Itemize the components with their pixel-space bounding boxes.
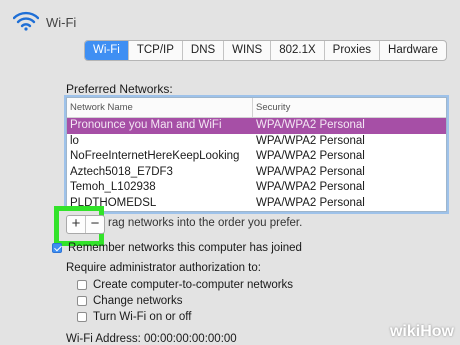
preferred-networks-table[interactable]: Network Name Security Pronounce you Man … <box>66 97 447 212</box>
change-networks-option[interactable]: Change networks <box>77 295 183 307</box>
network-name: NoFreeInternetHereKeepLooking <box>70 150 240 162</box>
tab-8021x[interactable]: 802.1X <box>270 41 323 60</box>
table-row[interactable]: Temoh_L102938 WPA/WPA2 Personal <box>67 180 446 196</box>
network-security: WPA/WPA2 Personal <box>256 134 365 147</box>
tab-proxies[interactable]: Proxies <box>323 41 379 60</box>
tab-dns[interactable]: DNS <box>181 41 223 60</box>
change-networks-checkbox[interactable] <box>77 296 87 306</box>
network-name: Temoh_L102938 <box>70 181 156 193</box>
tab-wins[interactable]: WINS <box>223 41 270 60</box>
table-row[interactable]: NoFreeInternetHereKeepLooking WPA/WPA2 P… <box>67 149 446 165</box>
tab-bar: Wi-Fi TCP/IP DNS WINS 802.1X Proxies Har… <box>84 40 447 61</box>
remember-networks-option[interactable]: Remember networks this computer has join… <box>52 242 302 254</box>
remember-networks-checkbox[interactable] <box>52 243 62 253</box>
table-row[interactable]: PLDTHOMEDSL WPA/WPA2 Personal <box>67 196 446 212</box>
network-security: WPA/WPA2 Personal <box>256 181 365 193</box>
wifi-icon <box>13 11 39 31</box>
network-name: lo <box>70 134 79 147</box>
create-networks-checkbox[interactable] <box>77 280 87 290</box>
network-name: Aztech5018_E7DF3 <box>70 165 173 178</box>
change-networks-label: Change networks <box>93 295 183 307</box>
table-header: Network Name Security <box>67 98 446 118</box>
tab-tcpip[interactable]: TCP/IP <box>127 41 182 60</box>
wikihow-watermark: wikiHow <box>389 323 454 340</box>
table-row[interactable]: Pronounce you Man and WiFi WPA/WPA2 Pers… <box>67 118 446 134</box>
network-name: Pronounce you Man and WiFi <box>70 119 222 131</box>
window-header: Wi-Fi <box>0 0 460 40</box>
tab-hardware[interactable]: Hardware <box>379 41 446 60</box>
add-remove-control: + − <box>66 215 105 234</box>
column-network-name[interactable]: Network Name <box>67 98 253 117</box>
table-row[interactable]: Aztech5018_E7DF3 WPA/WPA2 Personal <box>67 165 446 181</box>
network-security: WPA/WPA2 Personal <box>256 196 365 209</box>
remember-networks-label: Remember networks this computer has join… <box>68 242 302 254</box>
create-networks-label: Create computer-to-computer networks <box>93 279 294 291</box>
window-title: Wi-Fi <box>46 15 77 30</box>
drag-hint: rag networks into the order you prefer. <box>108 217 303 229</box>
column-security[interactable]: Security <box>253 98 290 117</box>
create-networks-option[interactable]: Create computer-to-computer networks <box>77 279 293 291</box>
remove-network-button[interactable]: − <box>85 216 104 233</box>
preferred-networks-label: Preferred Networks: <box>66 82 173 96</box>
table-row[interactable]: lo WPA/WPA2 Personal <box>67 134 446 150</box>
network-security: WPA/WPA2 Personal <box>256 165 365 178</box>
wifi-address: Wi-Fi Address: 00:00:00:00:00:00 <box>66 333 237 345</box>
network-security: WPA/WPA2 Personal <box>256 119 365 131</box>
tab-wifi[interactable]: Wi-Fi <box>85 41 128 60</box>
add-network-button[interactable]: + <box>67 216 85 233</box>
turn-wifi-checkbox[interactable] <box>77 312 87 322</box>
turn-wifi-option[interactable]: Turn Wi-Fi on or off <box>77 311 191 323</box>
turn-wifi-label: Turn Wi-Fi on or off <box>93 311 192 323</box>
require-admin-label: Require administrator authorization to: <box>66 262 261 274</box>
network-security: WPA/WPA2 Personal <box>256 150 365 162</box>
